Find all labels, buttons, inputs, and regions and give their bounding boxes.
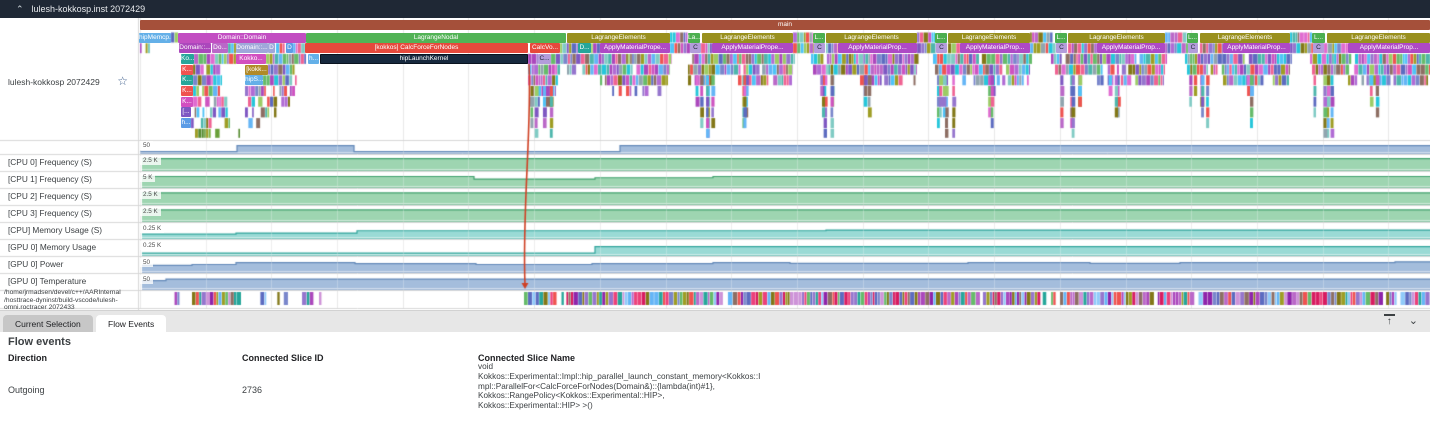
track-label-cpu2-frequency[interactable]: [CPU 2] Frequency (S) — [0, 188, 142, 205]
tab-current-selection[interactable]: Current Selection — [3, 315, 93, 333]
timeline-slice[interactable]: ApplyMaterialProp... — [1223, 43, 1290, 53]
vertical-align-top-icon[interactable]: ↑ — [1384, 314, 1395, 328]
timeline-area: lulesh-kokkosp 2072429 ☆ [CPU 0] Frequen… — [0, 18, 1430, 310]
track-group-header[interactable]: ⌃ lulesh-kokkosp.inst 2072429 — [0, 0, 1430, 18]
counter-value-chip: 50 — [140, 141, 153, 150]
timeline-slice[interactable]: L... — [1055, 33, 1067, 43]
timeline-slice[interactable]: LagrangeElements — [948, 33, 1030, 43]
chevron-down-icon[interactable]: ⌄ — [1409, 314, 1418, 328]
collapse-chevron-up-icon[interactable]: ⌃ — [16, 4, 24, 15]
timeline-slice[interactable]: D — [286, 43, 293, 53]
timeline-slice[interactable]: LagrangeElements — [567, 33, 670, 43]
timeline-slice[interactable]: C — [1056, 43, 1067, 53]
star-icon[interactable]: ☆ — [117, 71, 128, 91]
counter-value-chip: 2.5 K — [140, 156, 161, 165]
counter-value-chip: 2.5 K — [140, 207, 161, 216]
timeline-slice[interactable]: K... — [181, 75, 193, 85]
track-label-cpu1-frequency[interactable]: [CPU 1] Frequency (S) — [0, 171, 142, 188]
track-label-gpu-memory[interactable]: [GPU 0] Memory Usage — [0, 239, 142, 256]
column-header-slice-id: Connected Slice ID — [242, 353, 324, 363]
flow-slice-id-cell: 2736 — [242, 385, 262, 395]
timeline-slice[interactable]: ApplyMaterialProp... — [960, 43, 1030, 53]
timeline-slice[interactable]: ApplyMaterialProp... — [1348, 43, 1430, 53]
timeline-slice[interactable]: L... — [1187, 33, 1198, 43]
track-label-gpu-temperature[interactable]: [GPU 0] Temperature — [0, 273, 142, 290]
panel-heading: Flow events — [8, 336, 71, 348]
tab-flow-events[interactable]: Flow Events — [96, 315, 166, 333]
timeline-slice[interactable]: D — [268, 43, 275, 53]
track-label-cpu-memory[interactable]: [CPU] Memory Usage (S) — [0, 222, 142, 239]
timeline-slice[interactable]: ApplyMaterialPrope... — [712, 43, 793, 53]
track-label-gpu-power[interactable]: [GPU 0] Power — [0, 256, 142, 273]
timeline-slice[interactable]: L... — [813, 33, 825, 43]
timeline-slice[interactable]: C — [690, 43, 701, 53]
timeline-slice[interactable]: Domain::... — [179, 43, 211, 53]
counter-value-chip: 5 K — [140, 173, 155, 182]
timeline-slice[interactable]: h... — [181, 118, 191, 128]
timeline-slice[interactable]: La... — [688, 33, 700, 43]
timeline-slice[interactable]: L... — [1312, 33, 1325, 43]
timeline-slice[interactable]: LagrangeElements — [702, 33, 793, 43]
timeline-slice[interactable]: LagrangeElements — [1200, 33, 1290, 43]
column-header-direction: Direction — [8, 353, 47, 363]
timeline-slice[interactable]: K... — [181, 65, 193, 75]
timeline-slice[interactable]: C — [814, 43, 825, 53]
slices-layer: mainhipMemcp... Domain::DomainLagrangeNod… — [138, 18, 1430, 310]
timeline-slice[interactable]: ApplyMaterialPrope... — [600, 43, 670, 53]
counter-value-chip: 50 — [140, 275, 153, 284]
timeline-slice[interactable]: hipS... — [245, 75, 263, 85]
timeline-slice[interactable]: C... — [538, 54, 551, 64]
process-track-name: lulesh-kokkosp 2072429 — [0, 77, 100, 87]
timeline-slice[interactable]: LagrangeElements — [826, 33, 917, 43]
timeline-slice[interactable]: Ko... — [181, 54, 194, 64]
timeline-slice[interactable]: LagrangeNodal — [306, 33, 566, 43]
flow-direction-cell: Outgoing — [8, 385, 45, 395]
timeline-slice[interactable]: L... — [935, 33, 947, 43]
timeline-slice[interactable]: C — [936, 43, 947, 53]
timeline-slice[interactable]: K... — [181, 86, 193, 96]
timeline-slice[interactable]: LagrangeElements — [1068, 33, 1165, 43]
flow-slice-name-cell: void Kokkos::Experimental::Impl::hip_par… — [478, 362, 760, 411]
timeline-slice[interactable]: h... — [308, 54, 319, 64]
track-label-process[interactable]: lulesh-kokkosp 2072429 ☆ — [0, 70, 138, 94]
timeline-slice[interactable]: ApplyMaterialProp... — [1097, 43, 1165, 53]
timeline-slice[interactable]: C — [1188, 43, 1198, 53]
timeline-slice[interactable]: hipMemcp... — [139, 33, 171, 43]
timeline-slice[interactable]: D... — [578, 43, 591, 53]
counter-value-chip: 50 — [140, 258, 153, 267]
details-tab-strip: Current Selection Flow Events ↑ ⌄ — [0, 310, 1430, 332]
timeline-slice[interactable]: ApplyMaterialProp... — [838, 43, 917, 53]
counter-value-chip: 0.25 K — [140, 224, 164, 233]
timeline-slice[interactable]: [... — [181, 107, 191, 117]
timeline-slice[interactable]: [kokk... — [245, 65, 268, 75]
timeline-slice[interactable]: Domain::... — [236, 43, 268, 53]
track-labels-column: lulesh-kokkosp 2072429 ☆ [CPU 0] Frequen… — [0, 18, 138, 310]
counter-value-chip: 2.5 K — [140, 190, 161, 199]
timeline-slice[interactable]: LagrangeElements — [1327, 33, 1430, 43]
track-label-roctracer[interactable]: /home/jrmadsen/devel/c++/AARInternal /ho… — [0, 289, 138, 312]
timeline-slice[interactable]: Domain::Domain — [178, 33, 306, 43]
track-group-title: lulesh-kokkosp.inst 2072429 — [32, 4, 146, 14]
track-label-cpu0-frequency[interactable]: [CPU 0] Frequency (S) — [0, 154, 142, 171]
flow-events-panel: Flow events Direction Connected Slice ID… — [0, 332, 1430, 422]
timeline-slice[interactable]: C — [1313, 43, 1324, 53]
timeline-slice[interactable]: Kokko... — [236, 54, 266, 64]
selected-slice[interactable]: hipLaunchKernel — [320, 54, 528, 64]
timeline-slice[interactable]: K... — [181, 97, 193, 107]
timeline-slice[interactable]: CalcVo... — [530, 43, 560, 53]
counter-value-chip: 0.25 K — [140, 241, 164, 250]
timeline-slice[interactable]: [kokkos] CalcForceForNodes — [305, 43, 528, 53]
timeline-slice[interactable]: Do... — [212, 43, 228, 53]
track-label-cpu3-frequency[interactable]: [CPU 3] Frequency (S) — [0, 205, 142, 222]
timeline-slice[interactable]: main — [140, 20, 1430, 30]
